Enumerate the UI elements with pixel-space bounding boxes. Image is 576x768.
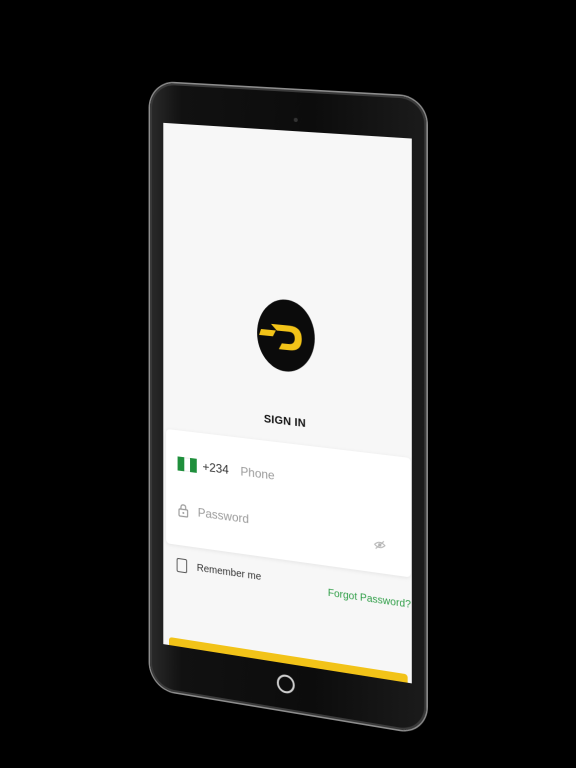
phone-input[interactable] <box>240 464 361 494</box>
forgot-password-link[interactable]: Forgot Password? <box>328 588 411 611</box>
phone-field: +234 <box>177 452 397 502</box>
tablet-frame: SIGN IN +234 Phone Remember me Forgot Pa… <box>150 82 427 735</box>
logo-icon <box>257 296 315 375</box>
password-field <box>178 499 397 551</box>
country-code[interactable]: +234 <box>203 459 229 476</box>
eye-slash-icon[interactable] <box>374 539 386 551</box>
remember-me-checkbox[interactable] <box>176 557 188 574</box>
password-input[interactable] <box>197 505 316 536</box>
home-button[interactable] <box>276 673 295 695</box>
app-screen: SIGN IN +234 Phone Remember me Forgot Pa… <box>163 122 412 684</box>
camera-icon <box>293 117 298 123</box>
login-card: +234 <box>166 428 411 578</box>
nigeria-flag-icon[interactable] <box>177 456 197 473</box>
remember-me: Remember me <box>176 557 262 584</box>
remember-me-label: Remember me <box>196 562 262 583</box>
stage: SIGN IN +234 Phone Remember me Forgot Pa… <box>0 0 576 768</box>
lock-icon <box>178 503 189 519</box>
